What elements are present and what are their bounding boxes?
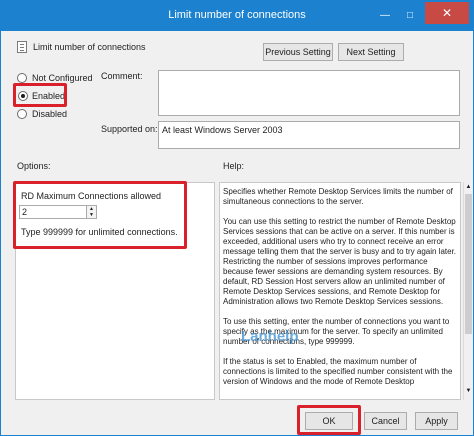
comment-field[interactable]	[158, 70, 460, 116]
previous-setting-button[interactable]: Previous Setting	[263, 43, 333, 61]
options-highlight	[13, 181, 187, 249]
close-button[interactable]: ✕	[425, 2, 469, 24]
policy-name: Limit number of connections	[33, 42, 146, 52]
disabled-label: Disabled	[32, 109, 68, 119]
supported-on-value: At least Windows Server 2003	[162, 125, 283, 135]
policy-dialog: Limit number of connections — □ ✕ Limit …	[0, 0, 474, 436]
title-bar[interactable]: Limit number of connections — □ ✕	[1, 1, 473, 31]
supported-on-field: At least Windows Server 2003	[158, 121, 460, 149]
help-scrollbar[interactable]: ▲ ▼	[463, 182, 473, 400]
ok-highlight	[297, 405, 361, 435]
watermark: Lanhelp	[241, 328, 299, 345]
comment-label: Comment:	[101, 71, 143, 81]
policy-icon	[17, 41, 27, 53]
scroll-down-icon[interactable]: ▼	[465, 388, 472, 395]
supported-on-label: Supported on:	[101, 124, 158, 134]
help-label: Help:	[223, 161, 245, 171]
not-configured-label: Not Configured	[32, 73, 93, 83]
minimize-button[interactable]: —	[377, 10, 393, 22]
scroll-up-icon[interactable]: ▲	[465, 184, 472, 191]
scroll-thumb[interactable]	[465, 194, 472, 334]
cancel-button[interactable]: Cancel	[364, 412, 407, 430]
help-paragraph: You can use this setting to restrict the…	[223, 217, 457, 306]
maximize-button[interactable]: □	[402, 10, 418, 22]
next-setting-button[interactable]: Next Setting	[338, 43, 404, 61]
help-paragraph: If the status is set to Enabled, the max…	[223, 357, 453, 386]
not-configured-radio[interactable]	[17, 73, 27, 83]
enabled-highlight	[13, 83, 67, 107]
help-text: Specifies whether Remote Desktop Service…	[223, 187, 459, 397]
disabled-radio[interactable]	[17, 109, 27, 119]
apply-button[interactable]: Apply	[415, 412, 458, 430]
options-label: Options:	[17, 161, 51, 171]
help-paragraph: Specifies whether Remote Desktop Service…	[223, 187, 453, 206]
